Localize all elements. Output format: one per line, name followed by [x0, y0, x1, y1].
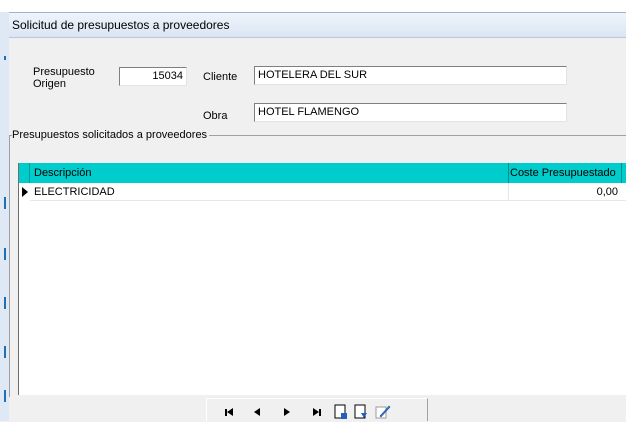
grid-header: Descripción Coste Presupuestado: [19, 163, 626, 183]
obra-field[interactable]: HOTEL FLAMENGO: [254, 103, 567, 122]
column-separator[interactable]: [621, 163, 622, 183]
edge-mark: [4, 197, 6, 209]
edit-record-icon[interactable]: [373, 403, 393, 421]
insert-record-icon[interactable]: [331, 403, 351, 421]
current-row-arrow-icon: [22, 187, 28, 197]
last-record-icon[interactable]: [307, 403, 327, 421]
next-record-icon[interactable]: [277, 403, 297, 421]
edge-mark: [4, 56, 6, 60]
column-header-descripcion[interactable]: Descripción: [34, 167, 91, 179]
table-row[interactable]: ELECTRICIDAD 0,00: [19, 183, 626, 201]
record-navigator: [206, 398, 428, 421]
origen-label: Origen: [33, 78, 67, 90]
prior-record-icon[interactable]: [247, 403, 267, 421]
window-left-edge: [0, 12, 9, 421]
presupuesto-origen-field[interactable]: 15034: [119, 67, 187, 86]
row-column-separator: [508, 183, 509, 201]
edge-mark: [4, 248, 6, 260]
edge-mark: [4, 297, 6, 309]
column-separator[interactable]: [508, 163, 509, 183]
obra-label: Obra: [203, 110, 228, 122]
cell-descripcion[interactable]: ELECTRICIDAD: [34, 186, 115, 198]
cliente-label: Cliente: [203, 71, 238, 83]
top-band: [0, 0, 626, 12]
title-bar[interactable]: Solicitud de presupuestos a proveedores: [9, 13, 626, 38]
row-gridline: [30, 200, 626, 201]
cell-coste[interactable]: 0,00: [597, 186, 618, 198]
presupuesto-label: Presupuesto: [33, 66, 95, 78]
groupbox-legend: Presupuestos solicitados a proveedores: [12, 129, 210, 141]
row-indicator: [19, 183, 30, 201]
window-title: Solicitud de presupuestos a proveedores: [12, 18, 230, 32]
cliente-field[interactable]: HOTELERA DEL SUR: [254, 66, 567, 85]
column-header-coste[interactable]: Coste Presupuestado: [510, 167, 616, 179]
delete-record-icon[interactable]: [351, 403, 371, 421]
edge-mark: [4, 390, 6, 402]
first-record-icon[interactable]: [219, 403, 239, 421]
presupuestos-grid[interactable]: Descripción Coste Presupuestado ELECTRIC…: [19, 163, 626, 395]
edge-mark: [4, 346, 6, 358]
grid-header-indicator: [19, 163, 30, 183]
